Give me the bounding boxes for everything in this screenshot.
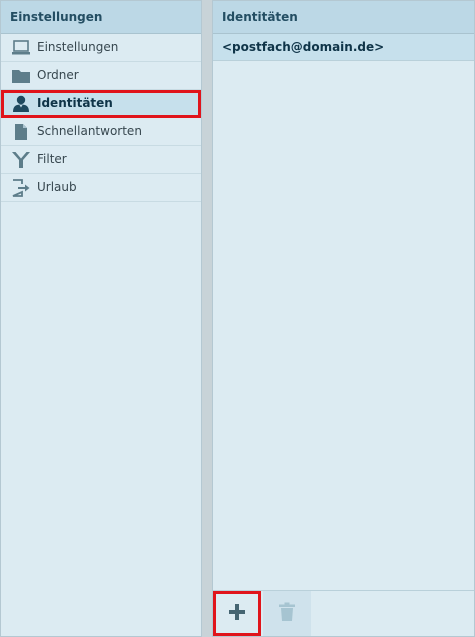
- sidebar-item-label: Urlaub: [37, 180, 77, 194]
- sidebar-item-label: Einstellungen: [37, 40, 119, 54]
- sidebar-item-ordner[interactable]: Ordner: [1, 62, 201, 90]
- identities-panel: Identitäten <postfach@domain.de>: [212, 0, 475, 637]
- trash-icon: [278, 602, 296, 625]
- sidebar-item-label: Ordner: [37, 68, 79, 82]
- sidebar-item-urlaub[interactable]: Urlaub: [1, 174, 201, 202]
- identity-list-item[interactable]: <postfach@domain.de>: [213, 34, 474, 61]
- filter-icon: [11, 151, 31, 169]
- sidebar-item-label: Filter: [37, 152, 67, 166]
- sidebar-item-label: Schnellantworten: [37, 124, 142, 138]
- folder-icon: [11, 67, 31, 85]
- sidebar-item-label: Identitäten: [37, 96, 113, 110]
- identities-title: Identitäten: [213, 1, 474, 34]
- sidebar-item-filter[interactable]: Filter: [1, 146, 201, 174]
- plus-icon: [228, 603, 246, 624]
- sidebar-title: Einstellungen: [1, 1, 201, 34]
- document-icon: [11, 123, 31, 141]
- settings-sidebar: Einstellungen Einstellungen Ordner Ident…: [0, 0, 202, 637]
- user-icon: [11, 95, 31, 113]
- sidebar-item-schnellantworten[interactable]: Schnellantworten: [1, 118, 201, 146]
- add-identity-button[interactable]: [213, 591, 261, 636]
- panel-divider[interactable]: [202, 0, 212, 637]
- sidebar-item-einstellungen[interactable]: Einstellungen: [1, 34, 201, 62]
- identities-toolbar: [213, 590, 474, 636]
- sidebar-item-identitaeten[interactable]: Identitäten: [1, 90, 201, 118]
- exit-icon: [11, 179, 31, 197]
- laptop-icon: [11, 39, 31, 57]
- delete-identity-button[interactable]: [263, 591, 311, 636]
